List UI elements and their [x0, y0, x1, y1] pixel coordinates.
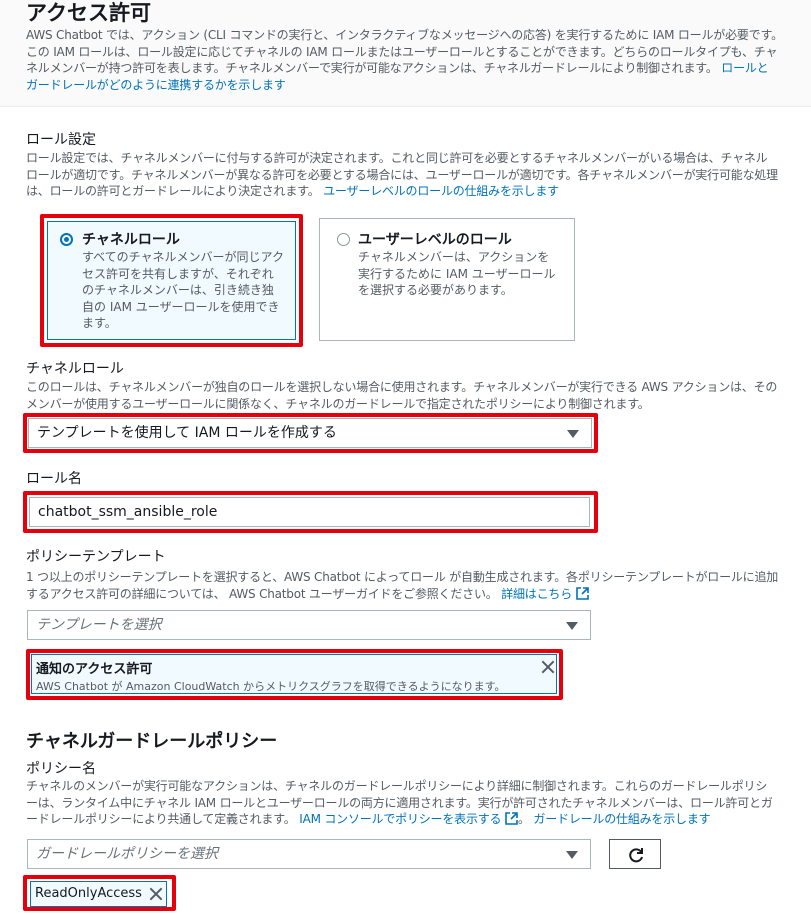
guardrail-description: チャネルのメンバーが実行可能なアクションは、チャネルのガードレールポリシーにより…	[26, 779, 773, 826]
radio-channel-role[interactable]: チャネルロール すべてのチャネルメンバーが同じアク セス許可を共有しますが、それ…	[47, 221, 296, 340]
policy-template-placeholder: テンプレートを選択	[36, 617, 162, 633]
readonly-access-token: ReadOnlyAccess	[30, 881, 167, 907]
close-icon[interactable]	[149, 887, 163, 901]
policy-templates-description: 1 つ以上のポリシーテンプレートを選択すると、AWS Chatbot によってロ…	[26, 570, 779, 601]
radio-user-role-desc: チャネルメンバーは、アクションを 実行するために IAM ユーザーロール を選択…	[358, 250, 556, 297]
roles-guardrails-link-start[interactable]: ロールと	[721, 61, 768, 75]
radio-channel-role-desc: すべてのチャネルメンバーが同じアク セス許可を共有しますが、それぞれ のチャネル…	[82, 250, 284, 330]
radio-channel-role-title: チャネルロール	[82, 232, 180, 248]
access-title: アクセス許可	[26, 1, 151, 25]
caret-down-icon	[566, 622, 578, 630]
notification-permission-token: 通知のアクセス許可 AWS Chatbot が Amazon CloudWatc…	[31, 654, 557, 694]
iam-console-link[interactable]: IAM コンソールでポリシーを表示する	[299, 812, 518, 826]
channel-role-select[interactable]: テンプレートを使用して IAM ロールを作成する	[28, 418, 592, 448]
refresh-button[interactable]	[609, 839, 661, 869]
channel-role-label: チャネルロール	[26, 361, 124, 377]
access-description: AWS Chatbot では、アクション (CLI コマンドの実行と、インタラク…	[26, 28, 783, 92]
close-icon[interactable]	[541, 660, 555, 674]
user-role-link[interactable]: ユーザーレベルのロールの仕組みを示します	[323, 184, 559, 198]
policy-template-select[interactable]: テンプレートを選択	[27, 610, 591, 640]
guardrail-policy-placeholder: ガードレールポリシーを選択	[36, 846, 218, 862]
token-title: 通知のアクセス許可	[36, 662, 153, 677]
guardrail-policy-select[interactable]: ガードレールポリシーを選択	[27, 839, 591, 869]
radio-user-role[interactable]: ユーザーレベルのロール チャネルメンバーは、アクションを 実行するために IAM…	[319, 218, 575, 341]
role-name-input[interactable]: chatbot_ssm_ansible_role	[29, 497, 590, 527]
external-link-icon	[575, 586, 589, 600]
external-link-icon	[505, 812, 518, 825]
guardrail-mechanism-link[interactable]: ガードレールの仕組みを示します	[533, 812, 710, 826]
radio-button-unselected[interactable]	[337, 233, 350, 246]
token-description: AWS Chatbot が Amazon CloudWatch からメトリクスグ…	[36, 680, 506, 693]
policy-name-label: ポリシー名	[26, 761, 96, 777]
channel-role-description: このロールは、チャネルメンバーが独自のロールを選択しない場合に使用されます。チャ…	[26, 380, 778, 411]
readonly-access-label: ReadOnlyAccess	[35, 886, 142, 901]
policy-templates-label: ポリシーテンプレート	[26, 549, 166, 565]
role-settings-label: ロール設定	[26, 132, 96, 148]
radio-user-role-title: ユーザーレベルのロール	[358, 232, 512, 248]
permissions-panel: アクセス許可 AWS Chatbot では、アクション (CLI コマンドの実行…	[0, 0, 811, 915]
caret-down-icon	[566, 851, 578, 859]
roles-guardrails-link[interactable]: ガードレールがどのように連携するかを示します	[26, 78, 286, 92]
guardrail-heading: チャネルガードレールポリシー	[26, 731, 278, 752]
learn-more-link[interactable]: 詳細はこちら	[501, 586, 589, 601]
refresh-icon	[629, 848, 643, 863]
channel-role-select-value: テンプレートを使用して IAM ロールを作成する	[37, 425, 337, 441]
role-settings-description: ロール設定では、チャネルメンバーに付与する許可が決定されます。これと同じ許可を必…	[26, 151, 778, 198]
role-name-label: ロール名	[26, 471, 82, 487]
caret-down-icon	[567, 430, 579, 438]
radio-button-selected[interactable]	[60, 233, 73, 246]
